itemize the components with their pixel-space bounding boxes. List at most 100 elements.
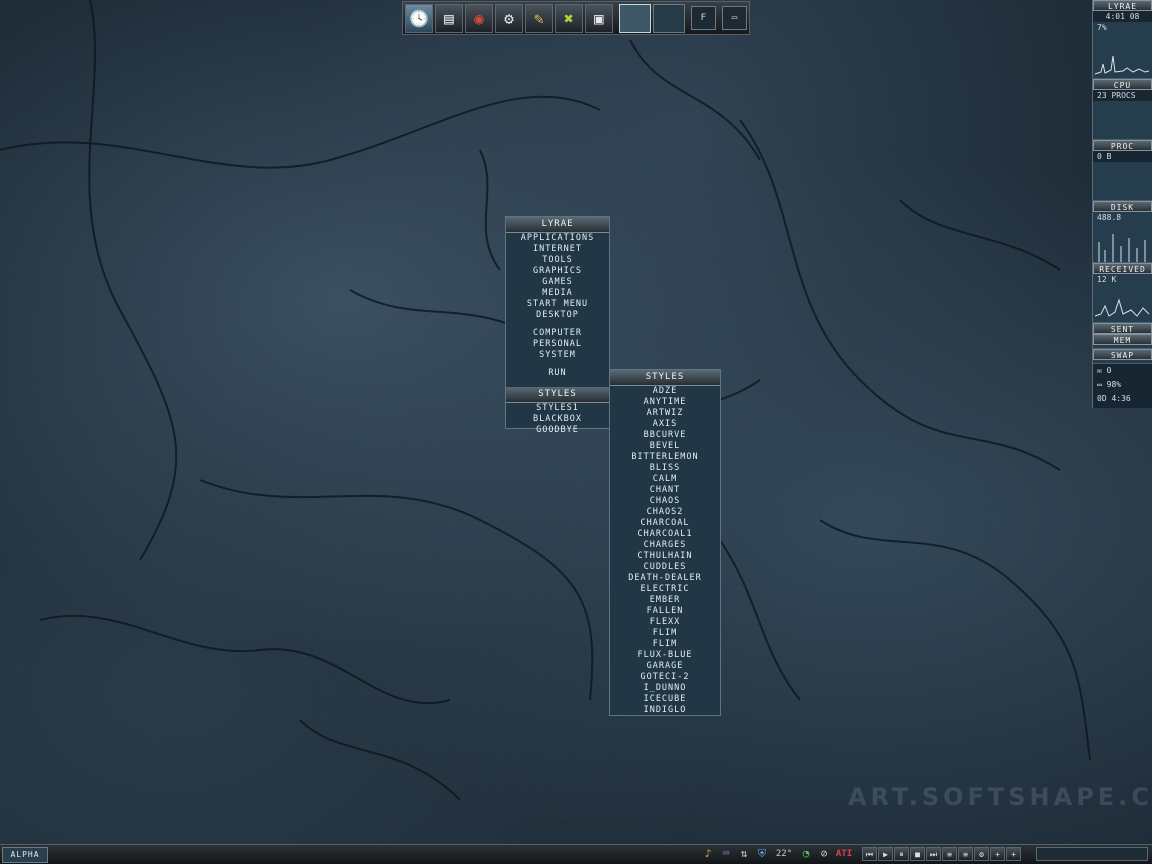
styles-menu-item[interactable]: ARTWIZ [610, 408, 720, 419]
host-label: LYRAE [1093, 0, 1152, 11]
menu-item-goodbye[interactable]: GOODBYE [506, 425, 609, 436]
styles-menu-item[interactable]: INDIGLO [610, 705, 720, 716]
settings-button[interactable]: ⚙ [974, 847, 989, 861]
proc-graph [1093, 162, 1152, 201]
styles-menu-item[interactable]: ICECUBE [610, 694, 720, 705]
styles-menu-item[interactable]: DEATH-DEALER [610, 573, 720, 584]
window-icon[interactable]: ▭ [721, 6, 747, 30]
styles-menu-item[interactable]: CUDDLES [610, 562, 720, 573]
menu-item-internet[interactable]: INTERNET [506, 244, 609, 255]
play-button[interactable]: ▶ [878, 847, 893, 861]
received-sparkline [1094, 298, 1150, 317]
menu-item-applications[interactable]: APPLICATIONS [506, 233, 609, 244]
folder-icon[interactable]: ▤ [434, 3, 463, 33]
battery-monitor: ▭ 98% [1093, 378, 1152, 392]
styles-menu-item[interactable]: CHARGES [610, 540, 720, 551]
film-reel-icon[interactable]: ⚙ [494, 3, 523, 33]
styles-menu-item[interactable]: BEVEL [610, 441, 720, 452]
styles-menu-item[interactable]: FLEXX [610, 617, 720, 628]
styles-menu-item[interactable]: EMBER [610, 595, 720, 606]
styles-menu-item[interactable]: CHARCOAL1 [610, 529, 720, 540]
styles-menu-item[interactable]: CTHULHAIN [610, 551, 720, 562]
received-graph: 12 K [1093, 274, 1152, 323]
styles-menu-item[interactable]: CHANT [610, 485, 720, 496]
styles-menu-item[interactable]: CHARCOAL [610, 518, 720, 529]
menu-item-games[interactable]: GAMES [506, 277, 609, 288]
mail-count: 0 [1106, 366, 1112, 375]
menu-item-blackbox[interactable]: BLACKBOX [506, 414, 609, 425]
volume-up-button[interactable]: + [990, 847, 1005, 861]
styles-submenu-title: STYLES [610, 370, 720, 386]
mem-label: MEM [1093, 334, 1152, 345]
styles-menu-item[interactable]: BLISS [610, 463, 720, 474]
received-readout: 12 K [1097, 275, 1117, 284]
menu-item-computer[interactable]: COMPUTER [506, 328, 609, 339]
styles-menu-item[interactable]: CALM [610, 474, 720, 485]
lock-icon[interactable]: ⊘ [816, 846, 832, 862]
menu-item-styles[interactable]: STYLES [506, 387, 609, 403]
styles-menu-item[interactable]: ANYTIME [610, 397, 720, 408]
playlist-button[interactable]: ≡ [942, 847, 957, 861]
styles-menu-item[interactable]: ELECTRIC [610, 584, 720, 595]
ati-icon[interactable]: ATI [834, 846, 854, 862]
styles-menu-item[interactable]: AXIS [610, 419, 720, 430]
workspace-1[interactable] [618, 3, 651, 33]
menu-item-tools[interactable]: TOOLS [506, 255, 609, 266]
network-icon[interactable]: ⇅ [736, 846, 752, 862]
menu-item-run[interactable]: RUN [506, 368, 609, 379]
styles-menu-item[interactable]: FALLEN [610, 606, 720, 617]
styles-menu-item[interactable]: I_DUNNO [610, 683, 720, 694]
menu-item-media[interactable]: MEDIA [506, 288, 609, 299]
styles-menu-item[interactable]: FLUX-BLUE [610, 650, 720, 661]
styles-menu-item[interactable]: ADZE [610, 386, 720, 397]
proc-label: PROC [1093, 140, 1152, 151]
next-track-button[interactable]: ⏭ [926, 847, 941, 861]
menu-item-graphics[interactable]: GRAPHICS [506, 266, 609, 277]
shield-icon[interactable]: ⛨ [754, 846, 770, 862]
workspace-2[interactable] [652, 3, 685, 33]
menu-item-start-menu[interactable]: START MENU [506, 299, 609, 310]
received-label: RECEIVED [1093, 263, 1152, 274]
styles-menu-item[interactable]: BBCURVE [610, 430, 720, 441]
x-icon[interactable]: ✖ [554, 3, 583, 33]
terminal-icon[interactable]: ▣ [584, 3, 613, 33]
root-menu: LYRAE APPLICATIONS INTERNET TOOLS GRAPHI… [505, 216, 610, 435]
styles-menu-item[interactable]: GARAGE [610, 661, 720, 672]
workspace-label[interactable]: ALPHA [2, 847, 48, 863]
system-tray: ♪ ⌨ ⇅ ⛨ 22° ◔ ⊘ ATI [700, 846, 854, 863]
proc-readout: 0 B [1097, 152, 1112, 161]
procs-readout: 23 PROCS [1097, 91, 1136, 100]
notepad-icon[interactable]: ✎ [524, 3, 553, 33]
menu-item-styles1[interactable]: STYLES1 [506, 403, 609, 414]
clock-readout: 4:01 08 [1105, 12, 1140, 21]
styles-menu-item[interactable]: FLIM [610, 639, 720, 650]
prev-track-button[interactable]: ⏮ [862, 847, 877, 861]
stop-button[interactable]: ■ [910, 847, 925, 861]
browser-icon[interactable]: ◉ [464, 3, 493, 33]
disk-sparkline [1098, 234, 1146, 262]
mail-monitor[interactable]: ✉ 0 [1093, 364, 1152, 378]
weather-readout[interactable]: 22° [772, 846, 796, 862]
media-controls: ⏮ ▶ ⏸ ■ ⏭ ≡ ≡ ⚙ + + [862, 847, 1021, 861]
battery-icon: ▭ [1097, 380, 1102, 389]
volume-down-button[interactable]: + [1006, 847, 1021, 861]
styles-menu-item[interactable]: FLIM [610, 628, 720, 639]
styles-menu-item[interactable]: CHAOS [610, 496, 720, 507]
menu-item-desktop[interactable]: DESKTOP [506, 310, 609, 321]
styles-menu-item[interactable]: GOTECI-2 [610, 672, 720, 683]
speaker-icon[interactable]: ♪ [700, 846, 716, 862]
procs-graph [1093, 101, 1152, 140]
clock-icon[interactable]: 🕓 [405, 3, 433, 33]
eq-button[interactable]: ≡ [958, 847, 973, 861]
styles-menu-item[interactable]: BITTERLEMON [610, 452, 720, 463]
cpu-graph: 7% [1093, 22, 1152, 79]
chart-icon[interactable]: ◔ [798, 846, 814, 862]
toolbar-clock-field[interactable] [1036, 847, 1148, 861]
keyboard-icon[interactable]: ⌨ [718, 846, 734, 862]
pause-button[interactable]: ⏸ [894, 847, 909, 861]
fullscreen-button[interactable]: F [690, 6, 716, 30]
styles-menu-item[interactable]: CHAOS2 [610, 507, 720, 518]
battery-percent: 98% [1106, 380, 1122, 389]
menu-item-personal[interactable]: PERSONAL [506, 339, 609, 350]
menu-item-system[interactable]: SYSTEM [506, 350, 609, 361]
